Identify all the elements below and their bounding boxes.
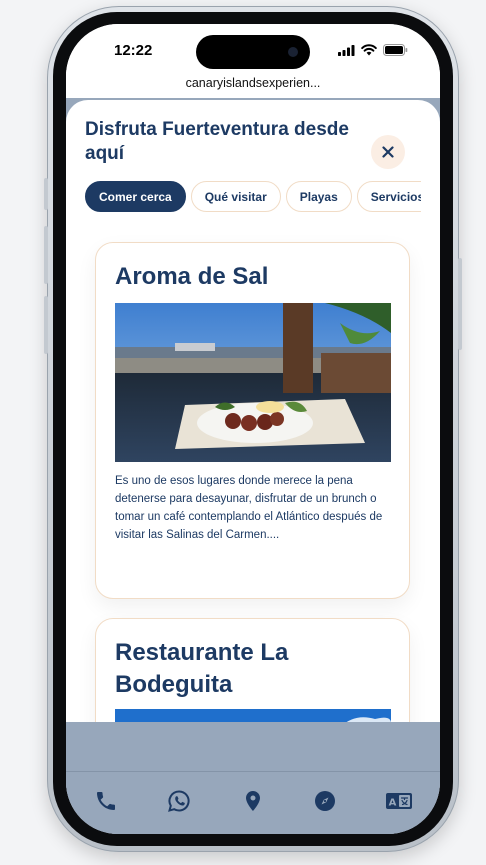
location-pin-icon [246, 791, 260, 811]
compass-icon [315, 791, 335, 811]
tab-que-visitar[interactable]: Qué visitar [190, 181, 281, 212]
whatsapp-icon [168, 790, 190, 812]
close-icon [382, 146, 394, 158]
tab-comer-cerca[interactable]: Comer cerca [85, 181, 186, 212]
tab-playas[interactable]: Playas [285, 181, 352, 212]
nav-whatsapp-button[interactable] [164, 786, 194, 816]
phone-side-button [44, 178, 48, 210]
battery-icon [383, 44, 408, 56]
nav-explore-button[interactable] [310, 786, 340, 816]
phone-screen: 12:22 canaryislandsexperien... Disfruta … [66, 24, 440, 834]
signal-icon [338, 44, 355, 56]
status-time: 12:22 [114, 42, 153, 59]
card-image [115, 303, 391, 462]
nav-language-button[interactable]: A [384, 786, 414, 816]
card-description: Es uno de esos lugares donde merece la p… [115, 475, 383, 541]
volume-up-button [44, 226, 48, 284]
dynamic-island [196, 35, 310, 69]
sheet-title: Disfruta Fuerteventura desde aquí [85, 119, 349, 164]
wifi-icon [361, 44, 377, 56]
url-text: canaryislandsexperien... [185, 76, 321, 90]
volume-down-button [44, 296, 48, 354]
camera-icon [288, 47, 298, 57]
category-tabs: Comer cerca Qué visitar Playas Servicios [85, 181, 421, 215]
power-button [458, 258, 462, 350]
bottom-divider [66, 771, 440, 772]
nav-call-button[interactable] [91, 786, 121, 816]
place-card[interactable]: Aroma de Sal Es uno de esos lugares dond… [95, 242, 410, 599]
bottom-nav: A [66, 786, 440, 818]
svg-text:A: A [389, 798, 397, 809]
card-title: Aroma de Sal [115, 263, 269, 290]
status-bar: 12:22 [66, 24, 440, 78]
translate-icon: A [386, 793, 412, 809]
phone-icon [97, 792, 115, 810]
card-title: Restaurante La Bodeguita [115, 639, 289, 698]
nav-location-button[interactable] [238, 786, 268, 816]
address-bar[interactable]: canaryislandsexperien... [66, 72, 440, 98]
explore-sheet: Disfruta Fuerteventura desde aquí Comer … [66, 100, 440, 818]
status-icons [338, 44, 408, 56]
tab-servicios[interactable]: Servicios [356, 181, 421, 212]
close-button[interactable] [371, 135, 405, 169]
